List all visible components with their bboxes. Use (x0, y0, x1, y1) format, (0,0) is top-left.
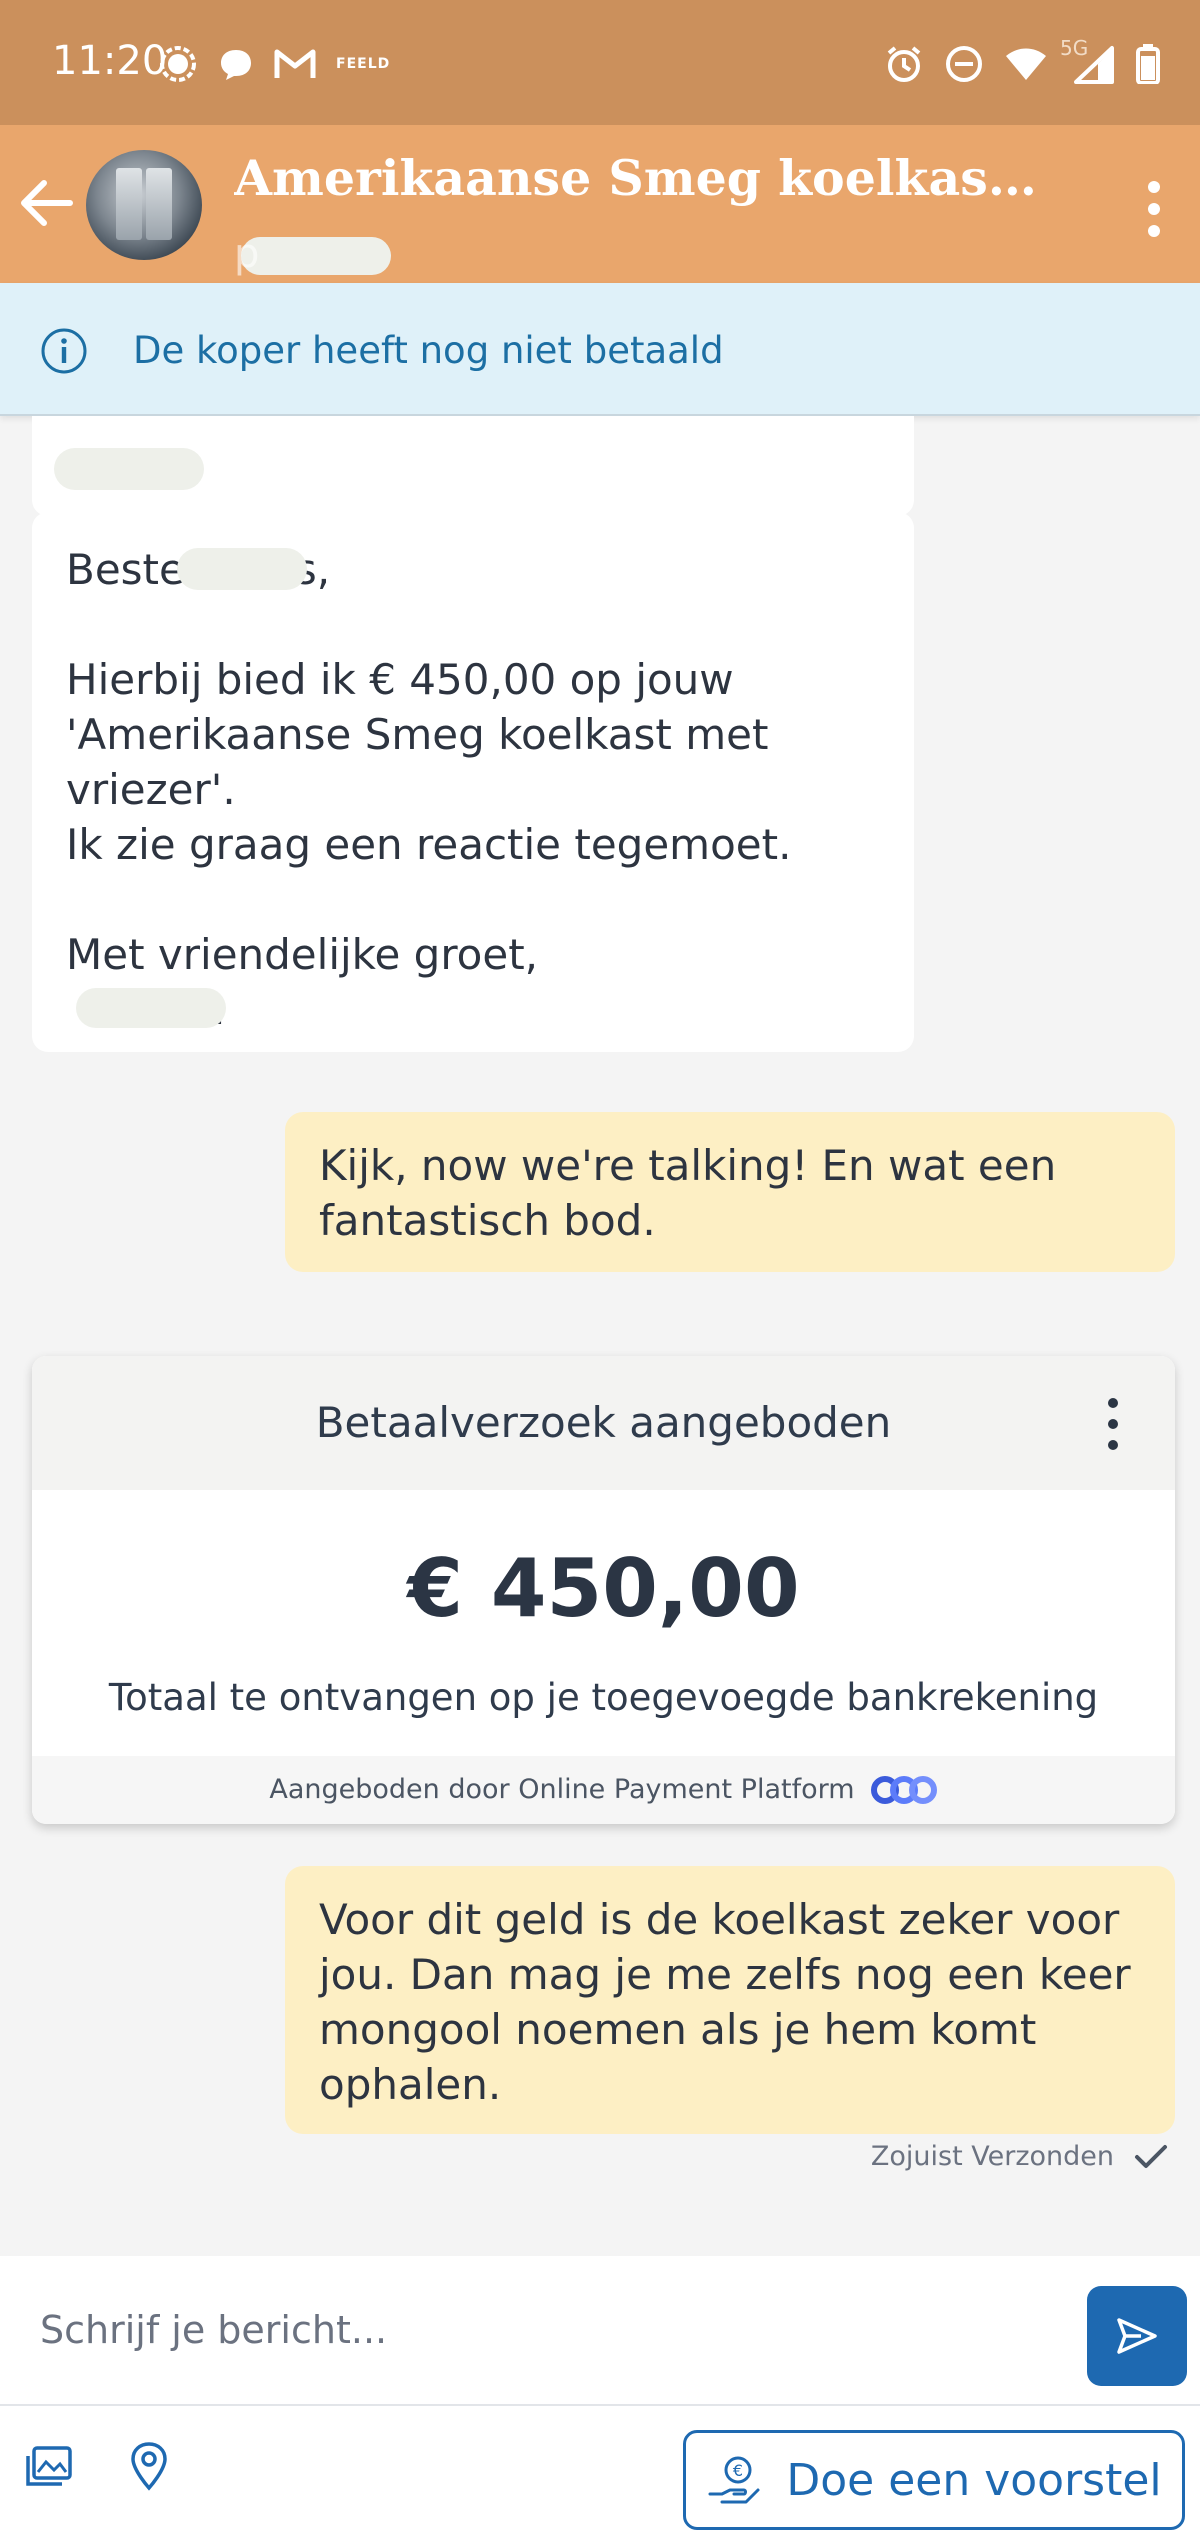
banner-text: De koper heeft nog niet betaald (133, 329, 724, 372)
alarm-icon (887, 46, 921, 82)
notification-icons: FEELD (158, 44, 390, 84)
opp-logo-icon (870, 1776, 937, 1804)
checkmark-icon (1135, 2144, 1167, 2168)
listing-title[interactable]: Amerikaanse Smeg koelkast m... (234, 149, 1054, 207)
system-status-icons: 5G (884, 36, 1160, 84)
make-offer-label: Doe een voorstel (786, 2454, 1162, 2506)
incoming-offer-message: Beste s, Hierbij bied ik € 450,00 op jouw… (32, 512, 914, 1052)
payment-provider-text: Aangeboden door Online Payment Platform (269, 1774, 855, 1805)
outgoing-message: Voor dit geld is de koelkast zeker voor … (285, 1866, 1175, 2134)
chat-messages[interactable]: Beste s, Hierbij bied ik € 450,00 op jouw… (0, 416, 1200, 2256)
chat-header: Amerikaanse Smeg koelkast m... p (0, 125, 1200, 283)
message-text: Kijk, now we're talking! En wat een fant… (319, 1141, 1057, 1245)
buyer-name: p (234, 231, 392, 277)
cell-signal-icon: 5G (1060, 36, 1116, 84)
status-bar: 11:20 FEELD 5G (0, 0, 1200, 125)
feeld-icon: FEELD (336, 56, 391, 72)
battery-icon (1136, 44, 1160, 84)
listing-avatar[interactable] (86, 150, 202, 260)
info-icon (41, 328, 87, 374)
do-not-disturb-icon (946, 46, 982, 82)
outgoing-message: Kijk, now we're talking! En wat een fant… (285, 1112, 1175, 1272)
greeting-start: Beste (66, 545, 185, 594)
sent-status-text: Zojuist Verzonden (870, 2141, 1114, 2172)
payment-amount: € 450,00 (407, 1542, 800, 1635)
arrow-left-icon[interactable] (14, 171, 78, 235)
previous-message-fragment (32, 416, 914, 516)
message-input[interactable] (40, 2298, 1070, 2362)
location-pin-icon[interactable] (128, 2440, 170, 2492)
send-icon (1117, 2318, 1157, 2354)
redacted-seller-name (177, 548, 307, 590)
send-button[interactable] (1087, 2286, 1187, 2386)
payment-description: Totaal te ontvangen op je toegevoegde ba… (108, 1676, 1099, 1719)
make-offer-button[interactable]: € Doe een voorstel (683, 2430, 1185, 2530)
wifi-icon (1006, 48, 1046, 80)
payment-status-banner: De koper heeft nog niet betaald (0, 283, 1200, 416)
message-composer (0, 2256, 1200, 2404)
chat-actions-bar: € Doe een voorstel (0, 2404, 1200, 2532)
payment-card-header: Betaalverzoek aangeboden (32, 1356, 1175, 1490)
hand-euro-icon: € (708, 2456, 760, 2504)
offer-body: Hierbij bied ik € 450,00 op jouw 'Amerik… (66, 655, 792, 979)
chat-bubble-icon (221, 50, 251, 80)
more-vertical-icon[interactable] (1103, 1396, 1123, 1452)
message-status: Zojuist Verzonden (871, 2141, 1168, 2172)
redacted-signature (76, 988, 226, 1028)
status-time: 11:20 (52, 38, 168, 84)
payment-request-card[interactable]: Betaalverzoek aangeboden € 450,00 Totaal… (32, 1356, 1175, 1824)
buyer-name-initial: p (234, 231, 260, 277)
message-text: Voor dit geld is de koelkast zeker voor … (319, 1895, 1131, 2109)
image-gallery-icon[interactable] (24, 2440, 76, 2492)
payment-card-footer: Aangeboden door Online Payment Platform (32, 1756, 1175, 1824)
more-vertical-icon[interactable] (1142, 179, 1166, 239)
redacted-name (241, 237, 392, 275)
redacted-text (54, 448, 204, 490)
gmail-icon (274, 49, 316, 78)
payment-card-title: Betaalverzoek aangeboden (315, 1398, 892, 1447)
signal-app-icon (160, 46, 196, 82)
svg-text:€: € (733, 2461, 743, 2480)
